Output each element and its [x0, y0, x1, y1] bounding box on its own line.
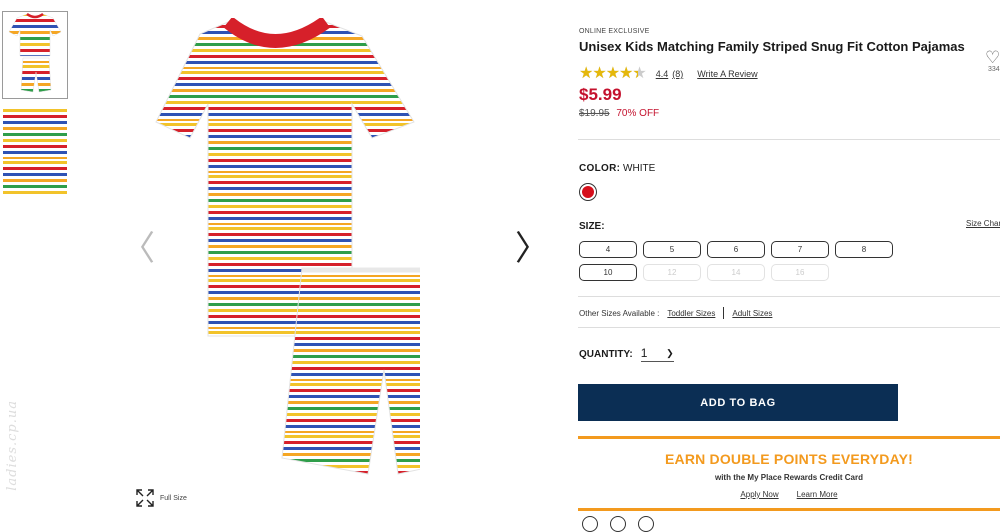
write-review-link[interactable]: Write A Review — [697, 69, 757, 79]
thumbnail-pajama-set[interactable] — [2, 11, 68, 99]
size-option[interactable]: 8 — [835, 241, 893, 258]
size-option-unavailable: 16 — [771, 264, 829, 281]
original-price-row: $19.95 70% OFF — [579, 108, 1000, 119]
favorite-heart-icon[interactable]: ♡ — [985, 48, 1000, 68]
size-option[interactable]: 7 — [771, 241, 829, 258]
quantity-select[interactable]: 1 ❯ — [640, 346, 674, 362]
product-main-image — [155, 18, 420, 475]
divider — [578, 327, 1000, 328]
expand-icon — [136, 489, 154, 507]
size-option[interactable]: 10 — [579, 264, 637, 281]
sale-price: $5.99 — [579, 85, 622, 104]
social-share-icons — [582, 516, 654, 532]
next-image-arrow-icon[interactable]: 〉 — [515, 232, 549, 266]
size-option-unavailable: 12 — [643, 264, 701, 281]
share-icon[interactable] — [610, 516, 626, 532]
size-option[interactable]: 5 — [643, 241, 701, 258]
size-option[interactable]: 4 — [579, 241, 637, 258]
apply-now-link[interactable]: Apply Now — [740, 490, 778, 499]
share-icon[interactable] — [582, 516, 598, 532]
color-label-row: COLOR: WHITE — [579, 163, 655, 174]
full-size-label: Full Size — [160, 494, 187, 502]
promo-bottom-border — [578, 508, 1000, 511]
quantity-row: QUANTITY: 1 ❯ — [579, 346, 674, 362]
toddler-sizes-link[interactable]: Toddler Sizes — [667, 309, 715, 318]
chevron-down-icon: ❯ — [666, 347, 674, 358]
promo-subline: with the My Place Rewards Credit Card — [714, 473, 864, 482]
thumbnail-fabric-detail[interactable] — [3, 108, 67, 194]
watermark: ladies.cp.ua — [5, 400, 20, 491]
divider — [578, 139, 1000, 140]
product-title: Unisex Kids Matching Family Striped Snug… — [579, 39, 965, 54]
original-price: $19.95 — [579, 108, 610, 119]
discount-label: 70% OFF — [616, 108, 660, 119]
star-rating-icon: ★★★★★★★★★★ — [579, 65, 647, 82]
swatch-dot — [582, 186, 594, 198]
size-option[interactable]: 6 — [707, 241, 765, 258]
adult-sizes-link[interactable]: Adult Sizes — [732, 309, 772, 318]
full-size-button[interactable]: Full Size — [136, 489, 187, 507]
size-option-unavailable: 14 — [707, 264, 765, 281]
product-info: ONLINE EXCLUSIVE Unisex Kids Matching Fa… — [579, 28, 1000, 119]
separator — [723, 307, 725, 319]
divider — [578, 296, 1000, 297]
rating-value[interactable]: 4.4 — [656, 69, 669, 79]
color-value: WHITE — [623, 163, 656, 174]
color-label: COLOR: — [579, 163, 621, 174]
size-chart-link[interactable]: Size Chart — [966, 219, 1000, 228]
rating-row: ★★★★★★★★★★ 4.4 (8) Write A Review — [579, 66, 1000, 82]
thumbnail-strip — [2, 11, 69, 204]
promo-top-border — [578, 436, 1000, 439]
review-count[interactable]: (8) — [672, 69, 683, 79]
learn-more-link[interactable]: Learn More — [797, 490, 838, 499]
online-exclusive-badge: ONLINE EXCLUSIVE — [579, 28, 650, 35]
promo-headline: EARN DOUBLE POINTS EVERYDAY! — [664, 451, 914, 467]
color-swatch-selected[interactable] — [579, 183, 597, 201]
promo-links: Apply Now Learn More — [578, 490, 1000, 499]
share-icon[interactable] — [638, 516, 654, 532]
size-label: SIZE: — [579, 221, 605, 232]
quantity-label: QUANTITY: — [579, 348, 633, 360]
add-to-bag-button[interactable]: ADD TO BAG — [578, 384, 898, 421]
other-sizes-label: Other Sizes Available : — [579, 308, 660, 318]
quantity-value: 1 — [640, 346, 648, 360]
size-options: 4 5 6 7 8 10 12 14 16 — [579, 241, 959, 287]
favorites-count: 334 — [988, 66, 1000, 73]
other-sizes-row: Other Sizes Available : Toddler Sizes Ad… — [579, 307, 772, 319]
